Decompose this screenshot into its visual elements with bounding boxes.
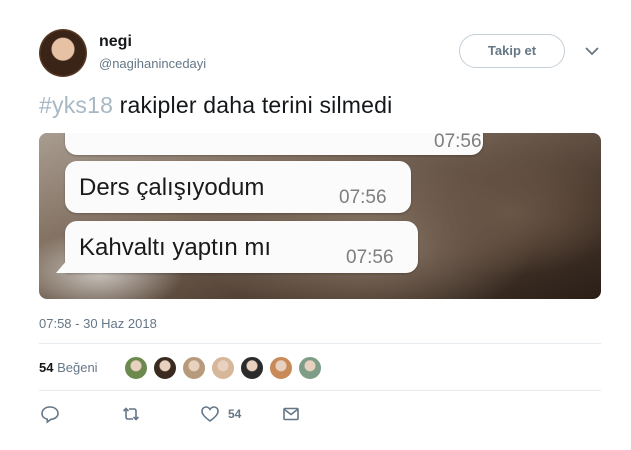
liker-avatar[interactable] xyxy=(298,356,322,380)
chat-message-time: 07:56 xyxy=(339,187,387,208)
divider xyxy=(39,390,601,391)
chat-message-time: 07:56 xyxy=(434,133,482,152)
likes-label: Beğeni xyxy=(57,360,98,375)
retweet-icon xyxy=(122,407,140,421)
liker-avatar[interactable] xyxy=(240,356,264,380)
chat-message-text: Kahvaltı yaptın mı xyxy=(79,234,272,261)
likes-count: 54 xyxy=(39,360,54,375)
tweet-body: rakipler daha terini silmedi xyxy=(113,92,393,118)
display-name[interactable]: negi xyxy=(99,33,132,51)
liker-avatar[interactable] xyxy=(211,356,235,380)
like-button[interactable]: 54 xyxy=(200,404,241,424)
liker-avatar[interactable] xyxy=(153,356,177,380)
reply-button[interactable] xyxy=(40,404,60,424)
tweet-media-image[interactable]: 07:56 Ders çalışıyodum 07:56 Kahvaltı ya… xyxy=(39,133,601,299)
tweet-header: negi @nagihanincedayi Takip et xyxy=(0,0,631,90)
chevron-down-icon[interactable] xyxy=(583,42,601,60)
like-count: 54 xyxy=(228,407,242,421)
divider xyxy=(39,343,601,344)
chat-bubble-tail xyxy=(56,259,68,273)
username[interactable]: @nagihanincedayi xyxy=(99,56,206,71)
hashtag-link[interactable]: #yks18 xyxy=(39,92,113,118)
chat-message-time: 07:56 xyxy=(346,247,394,268)
chat-message-text: Ders çalışıyodum xyxy=(79,174,265,201)
tweet-timestamp[interactable]: 07:58 - 30 Haz 2018 xyxy=(39,316,157,331)
envelope-icon xyxy=(283,407,299,421)
user-avatar[interactable] xyxy=(39,29,87,77)
retweet-button[interactable] xyxy=(121,404,141,424)
heart-icon xyxy=(201,406,219,423)
liker-avatar[interactable] xyxy=(124,356,148,380)
liker-avatar[interactable] xyxy=(269,356,293,380)
chat-bubble: Ders çalışıyodum 07:56 xyxy=(65,161,411,213)
liker-avatar[interactable] xyxy=(182,356,206,380)
reply-icon xyxy=(41,406,59,424)
follow-button[interactable]: Takip et xyxy=(459,34,565,68)
chat-bubble: Kahvaltı yaptın mı 07:56 xyxy=(56,221,418,273)
chat-bubble: 07:56 xyxy=(65,133,483,155)
likes-summary[interactable]: 54 Beğeni xyxy=(39,360,98,375)
tweet-text: #yks18 rakipler daha terini silmedi xyxy=(39,92,392,119)
direct-message-button[interactable] xyxy=(281,404,301,424)
